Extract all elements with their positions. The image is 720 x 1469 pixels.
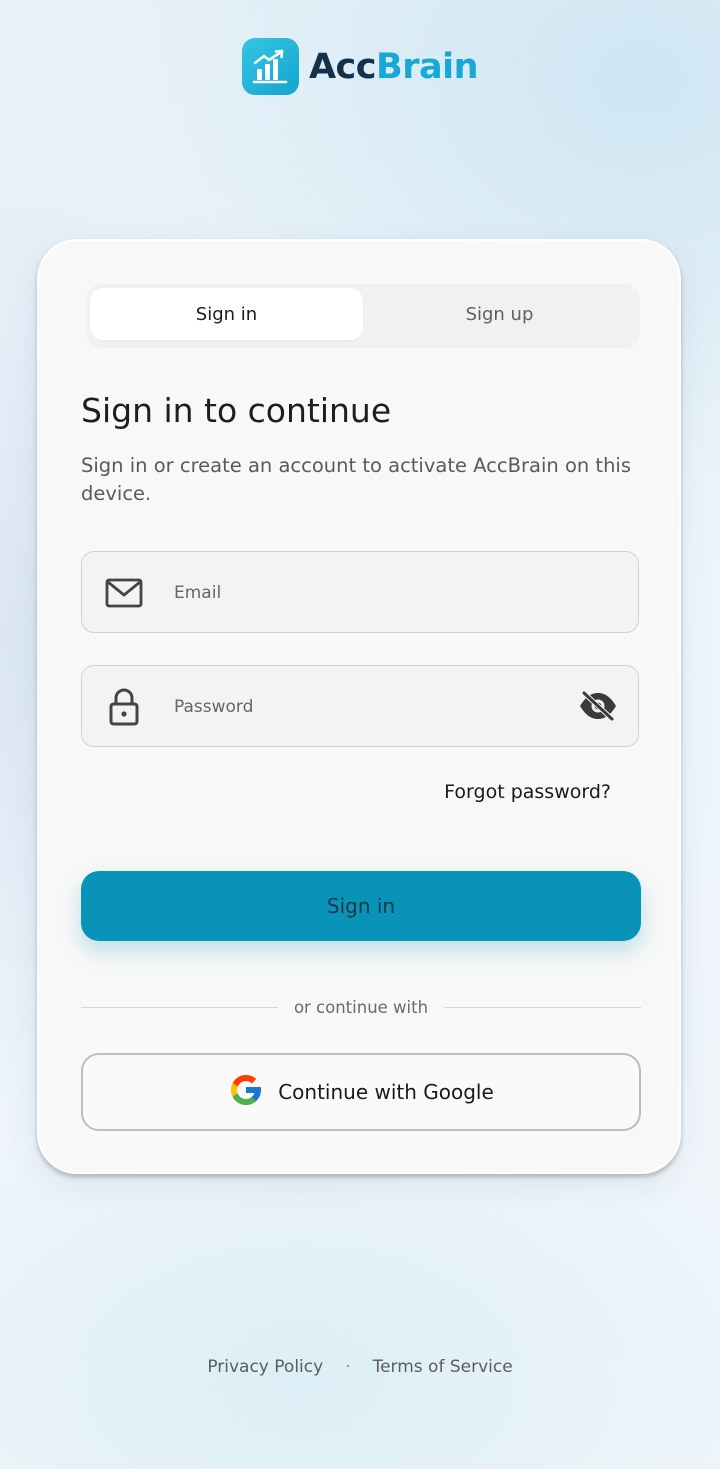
bar-chart-growth-icon: [241, 38, 299, 95]
brand-name-part1: Acc: [308, 46, 377, 87]
auth-tabs: Sign in Sign up: [86, 284, 640, 348]
brand-name: AccBrain: [308, 46, 479, 87]
forgot-password-link[interactable]: Forgot password?: [444, 781, 611, 803]
page-title: Sign in to continue: [81, 391, 392, 430]
divider-line-right: [444, 1006, 641, 1008]
divider-text: or continue with: [293, 997, 429, 1017]
email-input[interactable]: [172, 552, 556, 634]
tab-sign-up[interactable]: Sign up: [363, 288, 636, 340]
auth-card: Sign in Sign up Sign in to continue Sign…: [37, 239, 681, 1174]
google-icon: [228, 1072, 264, 1112]
google-button-label: Continue with Google: [278, 1080, 494, 1104]
privacy-policy-link[interactable]: Privacy Policy: [207, 1357, 323, 1377]
brand-name-part2: Brain: [376, 46, 479, 87]
password-field[interactable]: [81, 665, 639, 748]
tab-sign-in[interactable]: Sign in: [90, 288, 363, 340]
lock-icon: [104, 688, 144, 726]
divider: or continue with: [81, 994, 641, 1020]
app-header: AccBrain: [0, 38, 720, 95]
divider-line-left: [81, 1006, 278, 1008]
email-field[interactable]: [81, 551, 639, 634]
eye-off-icon[interactable]: [578, 689, 618, 723]
terms-of-service-link[interactable]: Terms of Service: [373, 1357, 513, 1377]
password-input[interactable]: [172, 666, 556, 748]
page-subtitle: Sign in or create an account to activate…: [81, 454, 632, 505]
footer-separator: ·: [345, 1357, 351, 1377]
sign-in-button[interactable]: Sign in: [81, 871, 641, 941]
google-sign-in-button[interactable]: Continue with Google: [81, 1053, 641, 1131]
footer: Privacy Policy · Terms of Service: [0, 1357, 720, 1377]
mail-icon: [104, 576, 144, 610]
